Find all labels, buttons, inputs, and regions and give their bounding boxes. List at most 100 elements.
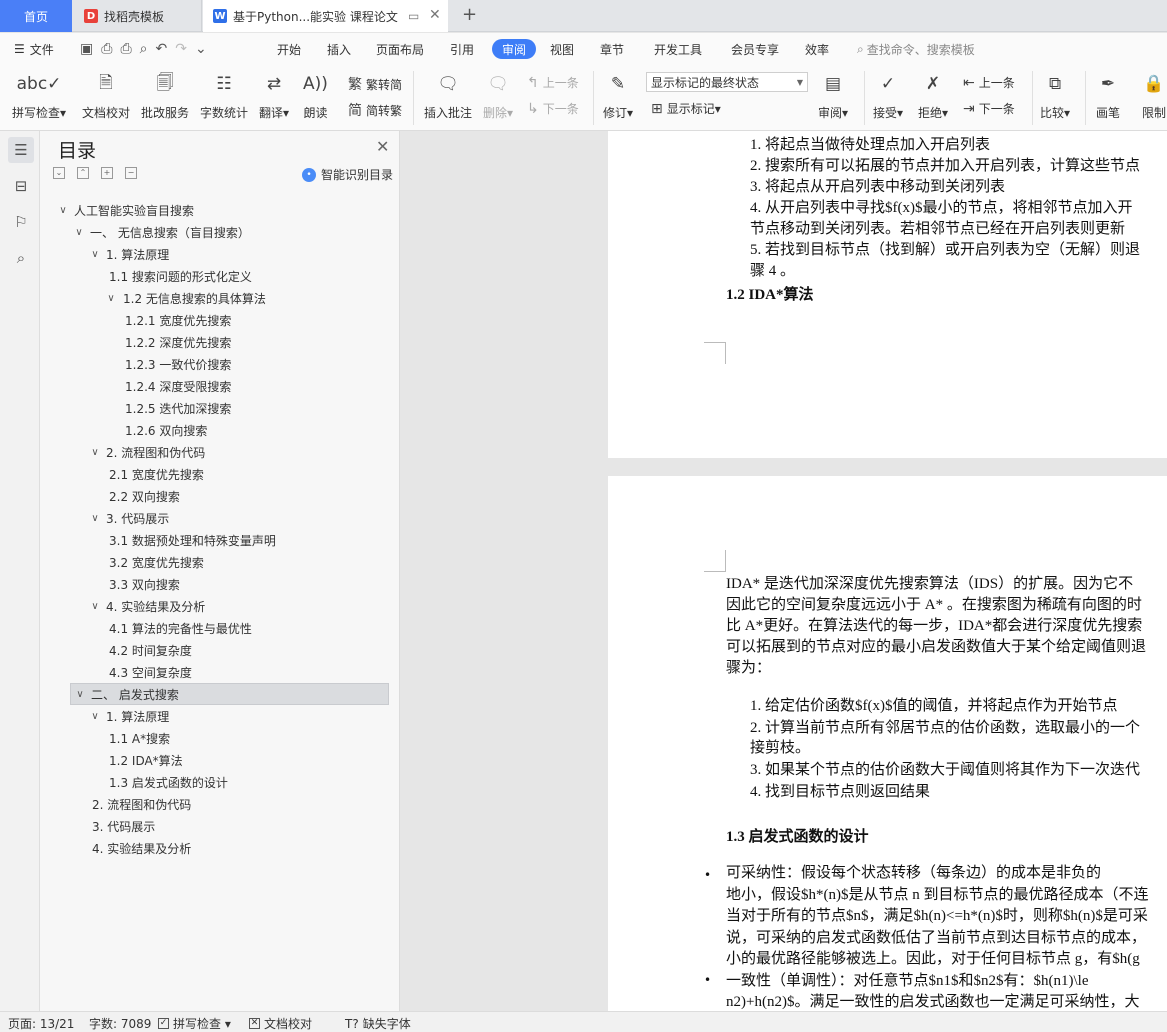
spell-check-toggle[interactable]: ✓ 拼写检查 ▾ bbox=[158, 1015, 231, 1032]
toc-item[interactable]: ∨ 1. 算法原理 bbox=[70, 243, 389, 265]
toc-item[interactable]: ∨ 3. 代码展示 bbox=[70, 507, 389, 529]
toc-item[interactable]: 2.1 宽度优先搜索 bbox=[70, 463, 389, 485]
menu-developer[interactable]: 开发工具 bbox=[654, 33, 702, 65]
toc-item[interactable]: 1.2 IDA*算法 bbox=[70, 749, 389, 771]
file-menu[interactable]: ☰ 文件 bbox=[14, 33, 54, 65]
trad-to-simp-button[interactable]: 繁繁转简 bbox=[348, 74, 402, 94]
toc-pane-icon[interactable]: ☰ bbox=[8, 137, 34, 163]
menu-efficiency[interactable]: 效率 bbox=[805, 33, 829, 65]
menu-references[interactable]: 引用 bbox=[450, 33, 474, 65]
translate-button[interactable]: ⇄ 翻译▾ bbox=[259, 69, 289, 121]
chevron-down-icon[interactable]: ∨ bbox=[72, 227, 86, 238]
menu-page-layout[interactable]: 页面布局 bbox=[376, 33, 424, 65]
expand-all-icon[interactable]: ⌃ bbox=[77, 167, 89, 179]
simp-to-trad-button[interactable]: 简简转繁 bbox=[348, 100, 402, 120]
compare-button[interactable]: ⧉ 比较▾ bbox=[1040, 69, 1070, 121]
window-mode-icon[interactable]: ▭ bbox=[408, 9, 419, 23]
chevron-down-icon[interactable]: ∨ bbox=[88, 513, 102, 524]
tab-docer-templates[interactable]: D 找稻壳模板 bbox=[72, 0, 202, 32]
restrict-button[interactable]: 🔒 限制 bbox=[1142, 69, 1166, 121]
close-tab-icon[interactable]: ✕ bbox=[429, 7, 441, 23]
doc-check-status[interactable]: ✕ 文档校对 bbox=[249, 1015, 312, 1032]
chevron-down-icon[interactable]: ∨ bbox=[88, 249, 102, 260]
menu-insert[interactable]: 插入 bbox=[327, 33, 351, 65]
missing-font-status[interactable]: T? 缺失字体 bbox=[345, 1015, 411, 1032]
prev-change-button[interactable]: ⇤ 上一条 bbox=[963, 74, 1015, 91]
menu-start[interactable]: 开始 bbox=[277, 33, 301, 65]
delete-comment-button[interactable]: 🗨 删除▾ bbox=[483, 69, 513, 121]
collapse-all-icon[interactable]: ⌄ bbox=[53, 167, 65, 179]
print-icon[interactable]: ⎙ bbox=[120, 41, 131, 57]
chevron-down-icon[interactable]: ∨ bbox=[88, 711, 102, 722]
toc-item[interactable]: ∨ 一、 无信息搜索（盲目搜索） bbox=[70, 221, 389, 243]
print-preview-icon[interactable]: ⌕ bbox=[140, 41, 148, 57]
close-icon[interactable]: ✕ bbox=[376, 137, 389, 156]
menu-view[interactable]: 视图 bbox=[550, 33, 574, 65]
toc-item[interactable]: ∨ 4. 实验结果及分析 bbox=[70, 595, 389, 617]
toc-item[interactable]: ∨ 人工智能实验盲目搜索 bbox=[59, 199, 389, 221]
save-icon[interactable]: ▣ bbox=[80, 41, 93, 57]
toc-item[interactable]: 1.2.3 一致代价搜索 bbox=[70, 353, 389, 375]
toc-item[interactable]: 4.1 算法的完备性与最优性 bbox=[70, 617, 389, 639]
toc-item[interactable]: 1.2.5 迭代加深搜索 bbox=[70, 397, 389, 419]
next-comment-button[interactable]: ↳ 下一条 bbox=[527, 100, 579, 117]
track-changes-button[interactable]: ✎ 修订▾ bbox=[603, 69, 633, 121]
find-icon[interactable]: ⌕ bbox=[8, 245, 34, 271]
chevron-down-icon[interactable]: ∨ bbox=[88, 601, 102, 612]
review-pane-button[interactable]: ▤ 审阅▾ bbox=[818, 69, 848, 121]
chevron-down-icon[interactable]: ∨ bbox=[73, 689, 87, 700]
toc-item[interactable]: 1.1 搜索问题的形式化定义 bbox=[70, 265, 389, 287]
add-heading-icon[interactable]: + bbox=[101, 167, 113, 179]
insert-comment-button[interactable]: 🗨 插入批注 bbox=[424, 69, 472, 121]
toc-item[interactable]: 3.3 双向搜索 bbox=[70, 573, 389, 595]
accept-button[interactable]: ✓ 接受▾ bbox=[873, 69, 903, 121]
prev-comment-button[interactable]: ↰ 上一条 bbox=[527, 74, 579, 91]
chapter-nav-icon[interactable]: ⊟ bbox=[8, 173, 34, 199]
toc-item[interactable]: 4.3 空间复杂度 bbox=[70, 661, 389, 683]
menu-section[interactable]: 章节 bbox=[600, 33, 624, 65]
read-aloud-button[interactable]: A)) 朗读 bbox=[303, 69, 328, 121]
next-change-button[interactable]: ⇥ 下一条 bbox=[963, 100, 1015, 117]
markup-state-select[interactable]: 显示标记的最终状态 ▼ bbox=[646, 72, 808, 92]
toc-item[interactable]: 4. 实验结果及分析 bbox=[70, 837, 389, 859]
word-count-button[interactable]: ☷ 字数统计 bbox=[200, 69, 248, 121]
chevron-down-icon[interactable]: ∨ bbox=[104, 293, 118, 304]
toc-item[interactable]: 1.2.6 双向搜索 bbox=[70, 419, 389, 441]
new-tab-plus-icon[interactable]: + bbox=[462, 4, 477, 25]
toc-item[interactable]: 3.1 数据预处理和特殊变量声明 bbox=[70, 529, 389, 551]
show-markup-button[interactable]: ⊞ 显示标记 ▾ bbox=[651, 100, 721, 117]
word-count-indicator[interactable]: 字数: 7089 bbox=[89, 1015, 151, 1032]
toc-item[interactable]: ∨ 1.2 无信息搜索的具体算法 bbox=[70, 287, 389, 309]
spell-check-button[interactable]: abc✓ 拼写检查▾ bbox=[12, 69, 66, 121]
menu-review[interactable]: 审阅 bbox=[492, 39, 537, 59]
bookmark-icon[interactable]: ⚐ bbox=[8, 209, 34, 235]
remove-heading-icon[interactable]: − bbox=[125, 167, 137, 179]
smart-toc-button[interactable]: • 智能识别目录 bbox=[302, 166, 393, 183]
undo-icon[interactable]: ↶ bbox=[155, 41, 167, 57]
reject-button[interactable]: ✗ 拒绝▾ bbox=[918, 69, 948, 121]
pen-button[interactable]: ✒ 画笔 bbox=[1096, 69, 1120, 121]
customize-toolbar-icon[interactable]: ⌄ bbox=[195, 41, 207, 57]
batch-service-button[interactable]: 🗐 批改服务 bbox=[141, 69, 189, 121]
page-indicator[interactable]: 页面: 13/21 bbox=[8, 1015, 74, 1032]
toc-item[interactable]: 1.2.4 深度受限搜索 bbox=[70, 375, 389, 397]
toc-item[interactable]: 1.1 A*搜索 bbox=[70, 727, 389, 749]
export-pdf-icon[interactable]: ⎙ bbox=[101, 41, 112, 57]
toc-item[interactable]: 1.3 启发式函数的设计 bbox=[70, 771, 389, 793]
doc-check-button[interactable]: 🗎 文档校对 bbox=[82, 69, 130, 121]
menu-member[interactable]: 会员专享 bbox=[731, 33, 779, 65]
toc-item[interactable]: 1.2.1 宽度优先搜索 bbox=[70, 309, 389, 331]
chevron-down-icon[interactable]: ∨ bbox=[88, 447, 102, 458]
redo-icon[interactable]: ↷ bbox=[175, 41, 187, 57]
toc-item[interactable]: ∨ 1. 算法原理 bbox=[70, 705, 389, 727]
toc-item[interactable]: 2.2 双向搜索 bbox=[70, 485, 389, 507]
toc-item[interactable]: 4.2 时间复杂度 bbox=[70, 639, 389, 661]
toc-item[interactable]: 2. 流程图和伪代码 bbox=[70, 793, 389, 815]
toc-item[interactable]: ∨ 2. 流程图和伪代码 bbox=[70, 441, 389, 463]
chevron-down-icon[interactable]: ∨ bbox=[56, 205, 70, 216]
toc-item[interactable]: 3. 代码展示 bbox=[70, 815, 389, 837]
tab-home[interactable]: 首页 bbox=[0, 0, 72, 32]
toc-item[interactable]: ∨ 二、 启发式搜索 bbox=[70, 683, 389, 705]
tab-document[interactable]: W 基于Python...能实验 课程论文 ▭ ✕ bbox=[203, 0, 448, 32]
toc-item[interactable]: 3.2 宽度优先搜索 bbox=[70, 551, 389, 573]
